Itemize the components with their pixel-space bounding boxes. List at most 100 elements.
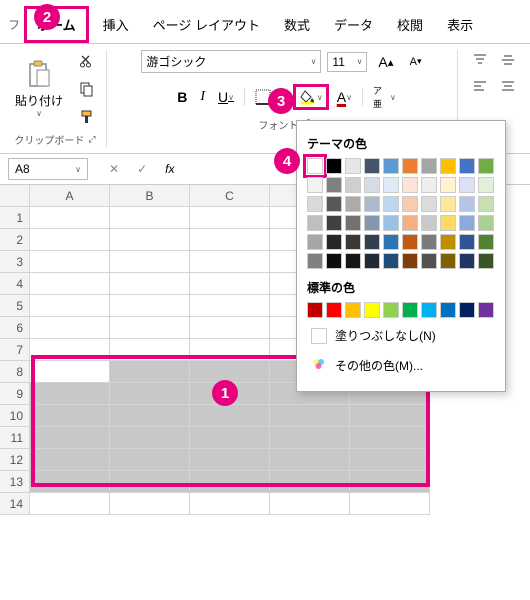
swatch-shade-5-3[interactable] <box>402 234 418 250</box>
cell-B2[interactable] <box>110 229 190 251</box>
cell-A3[interactable] <box>30 251 110 273</box>
underline-button[interactable]: U ∨ <box>213 86 239 108</box>
swatch-shade-4-4[interactable] <box>383 253 399 269</box>
font-size-select[interactable]: 11∨ <box>327 52 367 72</box>
cell-E11[interactable] <box>350 427 430 449</box>
cell-C2[interactable] <box>190 229 270 251</box>
swatch-shade-4-0[interactable] <box>383 177 399 193</box>
swatch-shade-4-3[interactable] <box>383 234 399 250</box>
row-header-12[interactable]: 12 <box>0 449 30 471</box>
swatch-standard-2[interactable] <box>345 302 361 318</box>
italic-button[interactable]: I <box>195 86 210 108</box>
col-header-A[interactable]: A <box>30 185 110 207</box>
cell-C12[interactable] <box>190 449 270 471</box>
clipboard-launcher-icon[interactable]: ⤢ <box>88 134 95 145</box>
swatch-shade-0-3[interactable] <box>307 234 323 250</box>
cell-D12[interactable] <box>270 449 350 471</box>
cell-C8[interactable] <box>190 361 270 383</box>
swatch-shade-8-3[interactable] <box>459 234 475 250</box>
cell-C4[interactable] <box>190 273 270 295</box>
font-color-button[interactable]: A ∨ <box>332 86 357 108</box>
cancel-formula-icon[interactable]: ✕ <box>104 159 124 179</box>
cell-B14[interactable] <box>110 493 190 515</box>
swatch-shade-1-0[interactable] <box>326 177 342 193</box>
row-header-10[interactable]: 10 <box>0 405 30 427</box>
swatch-standard-8[interactable] <box>459 302 475 318</box>
swatch-shade-3-0[interactable] <box>364 177 380 193</box>
swatch-shade-0-0[interactable] <box>307 177 323 193</box>
cell-A8[interactable] <box>30 361 110 383</box>
tab-view[interactable]: 表示 <box>437 9 483 40</box>
swatch-shade-0-2[interactable] <box>307 215 323 231</box>
tab-review[interactable]: 校閲 <box>387 9 433 40</box>
col-header-B[interactable]: B <box>110 185 190 207</box>
cell-C3[interactable] <box>190 251 270 273</box>
swatch-shade-9-2[interactable] <box>478 215 494 231</box>
swatch-standard-6[interactable] <box>421 302 437 318</box>
cell-C14[interactable] <box>190 493 270 515</box>
cell-E13[interactable] <box>350 471 430 493</box>
cell-A9[interactable] <box>30 383 110 405</box>
tab-insert[interactable]: 挿入 <box>93 9 139 40</box>
cell-B5[interactable] <box>110 295 190 317</box>
swatch-shade-9-3[interactable] <box>478 234 494 250</box>
swatch-shade-2-3[interactable] <box>345 234 361 250</box>
copy-button[interactable] <box>74 78 100 100</box>
swatch-shade-8-0[interactable] <box>459 177 475 193</box>
cell-B1[interactable] <box>110 207 190 229</box>
cell-C6[interactable] <box>190 317 270 339</box>
cell-A5[interactable] <box>30 295 110 317</box>
swatch-standard-3[interactable] <box>364 302 380 318</box>
cell-B8[interactable] <box>110 361 190 383</box>
swatch-shade-1-2[interactable] <box>326 215 342 231</box>
swatch-standard-9[interactable] <box>478 302 494 318</box>
select-all-corner[interactable] <box>0 185 30 207</box>
swatch-shade-7-1[interactable] <box>440 196 456 212</box>
cell-A4[interactable] <box>30 273 110 295</box>
swatch-shade-2-1[interactable] <box>345 196 361 212</box>
swatch-shade-8-1[interactable] <box>459 196 475 212</box>
swatch-shade-5-0[interactable] <box>402 177 418 193</box>
row-header-4[interactable]: 4 <box>0 273 30 295</box>
cell-B4[interactable] <box>110 273 190 295</box>
swatch-standard-7[interactable] <box>440 302 456 318</box>
swatch-theme-9[interactable] <box>478 158 494 174</box>
fx-button[interactable]: fx <box>160 159 179 179</box>
swatch-shade-0-1[interactable] <box>307 196 323 212</box>
row-header-3[interactable]: 3 <box>0 251 30 273</box>
align-left-button[interactable] <box>468 76 492 96</box>
swatch-shade-1-1[interactable] <box>326 196 342 212</box>
enter-formula-icon[interactable]: ✓ <box>132 159 152 179</box>
swatch-shade-6-2[interactable] <box>421 215 437 231</box>
swatch-shade-2-4[interactable] <box>345 253 361 269</box>
decrease-font-button[interactable]: A▾ <box>405 53 427 71</box>
cell-A12[interactable] <box>30 449 110 471</box>
swatch-shade-7-3[interactable] <box>440 234 456 250</box>
cell-C10[interactable] <box>190 405 270 427</box>
swatch-shade-5-4[interactable] <box>402 253 418 269</box>
swatch-theme-8[interactable] <box>459 158 475 174</box>
phonetic-button[interactable]: ア亜 <box>368 81 387 113</box>
cell-C11[interactable] <box>190 427 270 449</box>
cell-E10[interactable] <box>350 405 430 427</box>
row-header-13[interactable]: 13 <box>0 471 30 493</box>
align-middle-button[interactable] <box>496 50 520 70</box>
swatch-shade-5-1[interactable] <box>402 196 418 212</box>
row-header-1[interactable]: 1 <box>0 207 30 229</box>
cell-B7[interactable] <box>110 339 190 361</box>
cut-button[interactable] <box>74 50 100 72</box>
swatch-shade-4-2[interactable] <box>383 215 399 231</box>
swatch-shade-8-4[interactable] <box>459 253 475 269</box>
format-painter-button[interactable] <box>74 106 100 128</box>
cell-C1[interactable] <box>190 207 270 229</box>
cell-B6[interactable] <box>110 317 190 339</box>
row-header-2[interactable]: 2 <box>0 229 30 251</box>
swatch-shade-3-1[interactable] <box>364 196 380 212</box>
cell-B12[interactable] <box>110 449 190 471</box>
swatch-shade-4-1[interactable] <box>383 196 399 212</box>
cell-C5[interactable] <box>190 295 270 317</box>
cell-A6[interactable] <box>30 317 110 339</box>
cell-A1[interactable] <box>30 207 110 229</box>
cell-D14[interactable] <box>270 493 350 515</box>
swatch-shade-2-2[interactable] <box>345 215 361 231</box>
